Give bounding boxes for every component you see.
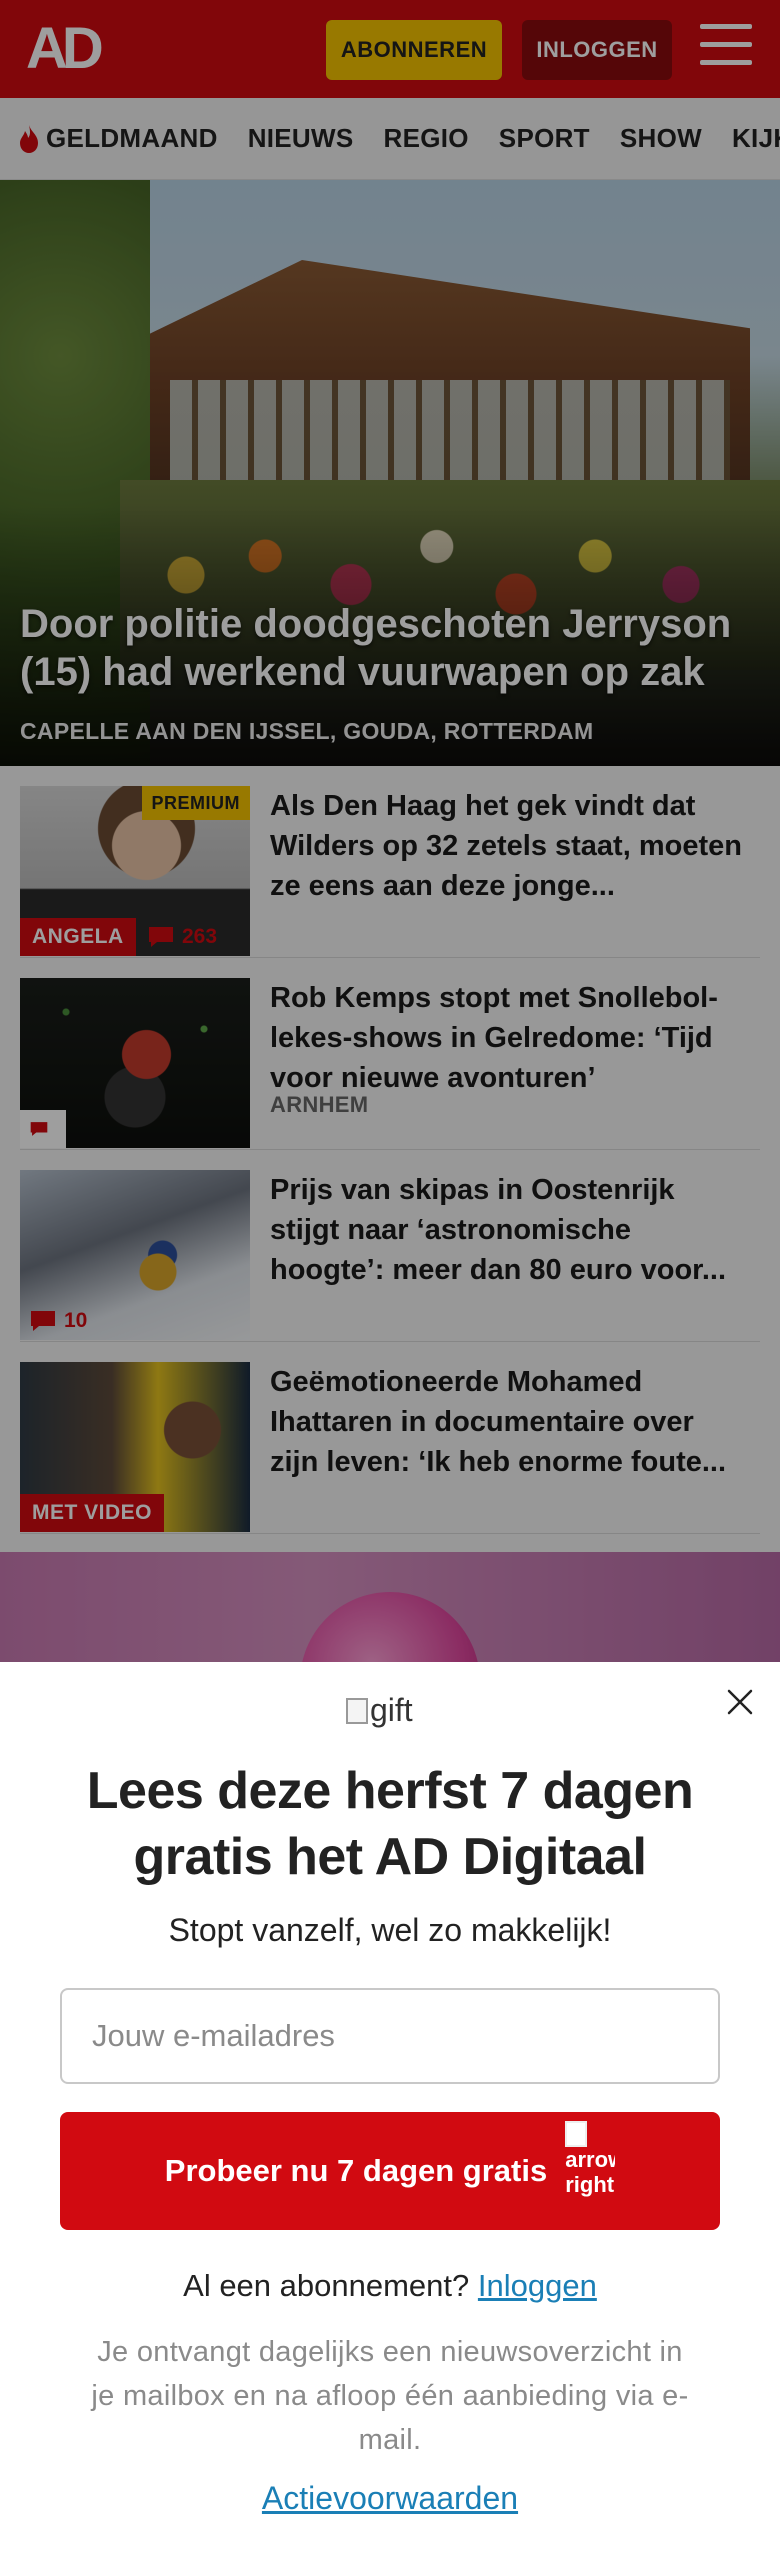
login-link[interactable]: Inloggen [478, 2268, 597, 2303]
terms-link[interactable]: Actievoorwaarden [40, 2480, 740, 2517]
close-icon[interactable] [724, 1686, 756, 1718]
existing-subscription-line: Al een abonnement? Inloggen [40, 2268, 740, 2304]
modal-backdrop[interactable] [0, 0, 780, 1662]
arrow-alt-text: arrow right [565, 2147, 615, 2197]
broken-image-icon [565, 2121, 588, 2147]
modal-title: Lees deze herfst 7 dagen gratis het AD D… [86, 1762, 694, 1886]
subscription-modal: gift Lees deze herfst 7 dagen gratis het… [0, 1662, 780, 2560]
email-field[interactable] [60, 1988, 720, 2084]
modal-subtitle: Stopt vanzelf, wel zo makkelijk! [168, 1912, 612, 1948]
gift-alt-text: gift [370, 1692, 413, 1728]
newsletter-info: Je ontvangt dagelijks een nieuwsoverzich… [91, 2336, 689, 2456]
gift-image: gift [346, 1692, 413, 1729]
free-trial-button[interactable]: Probeer nu 7 dagen gratis arrow right [60, 2112, 720, 2230]
subscription-question: Al een abonnement? [183, 2268, 470, 2303]
cta-label: Probeer nu 7 dagen gratis [164, 2153, 548, 2188]
broken-image-icon [346, 1697, 368, 1724]
arrow-right-icon: arrow right [565, 2121, 615, 2221]
